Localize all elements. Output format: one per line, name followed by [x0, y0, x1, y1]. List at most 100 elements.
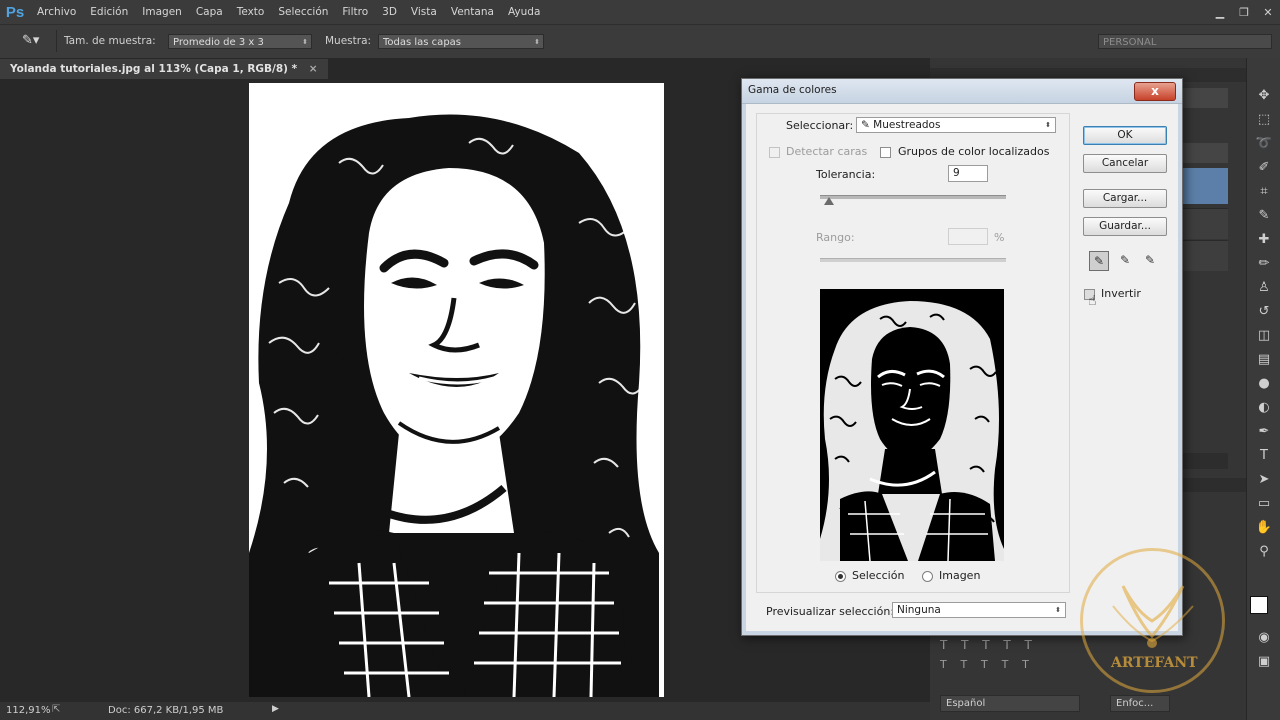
sample-select[interactable]: Todas las capas ⬍ [378, 34, 544, 49]
sample-value: Todas las capas [383, 37, 461, 48]
path-select-tool-icon[interactable]: ➤ [1254, 470, 1274, 490]
eraser-tool-icon[interactable]: ◫ [1254, 326, 1274, 346]
tolerance-slider-thumb[interactable] [824, 197, 835, 205]
menu-ventana[interactable]: Ventana [444, 0, 501, 24]
menu-capa[interactable]: Capa [189, 0, 230, 24]
menu-seleccion[interactable]: Selección [271, 0, 335, 24]
minimize-icon[interactable]: ▁ [1208, 0, 1232, 24]
quick-select-tool-icon[interactable]: ✐ [1254, 158, 1274, 178]
layer-row[interactable] [1180, 208, 1228, 239]
dialog-close-button[interactable]: x [1134, 82, 1176, 101]
move-tool-icon[interactable]: ✥ [1254, 86, 1274, 106]
tolerance-input[interactable]: 9 [948, 165, 988, 182]
panel-field[interactable] [1180, 88, 1228, 108]
dodge-tool-icon[interactable]: ◐ [1254, 398, 1274, 418]
updown-icon: ⬍ [1045, 121, 1051, 129]
range-slider-track [820, 258, 1006, 262]
gradient-tool-icon[interactable]: ▤ [1254, 350, 1274, 370]
language-select[interactable]: Español [940, 695, 1080, 712]
tolerance-slider-track[interactable] [820, 195, 1006, 199]
mouse-cursor-icon: ☝ [1088, 293, 1097, 309]
menu-filtro[interactable]: Filtro [335, 0, 375, 24]
eyedropper-icon[interactable]: ✎▾ [22, 33, 39, 48]
foreground-color-swatch[interactable] [1250, 596, 1268, 614]
localized-clusters-checkbox[interactable] [880, 147, 891, 158]
select-dropdown[interactable]: ✎ Muestreados ⬍ [856, 117, 1056, 133]
sample-size-value: Promedio de 3 x 3 [173, 37, 264, 48]
dialog-titlebar[interactable]: Gama de colores x [742, 79, 1182, 104]
window-controls: ▁ ❐ ✕ [1208, 0, 1280, 24]
menu-ayuda[interactable]: Ayuda [501, 0, 547, 24]
detect-faces-label: Detectar caras [786, 145, 868, 158]
document-canvas[interactable] [249, 83, 664, 697]
export-icon[interactable]: ⇱ [52, 704, 60, 715]
select-value: Muestreados [873, 119, 941, 131]
menu-vista[interactable]: Vista [404, 0, 444, 24]
preview-image [820, 289, 1004, 561]
range-input [948, 228, 988, 245]
load-button[interactable]: Cargar... [1083, 189, 1167, 208]
hand-tool-icon[interactable]: ✋ [1254, 518, 1274, 538]
selection-radio[interactable] [835, 571, 846, 582]
shape-tool-icon[interactable]: ▭ [1254, 494, 1274, 514]
cancel-button[interactable]: Cancelar [1083, 154, 1167, 173]
photoshop-logo: Ps [5, 3, 25, 21]
portrait-image [249, 83, 664, 697]
sample-size-select[interactable]: Promedio de 3 x 3 ⬍ [168, 34, 312, 49]
save-button[interactable]: Guardar... [1083, 217, 1167, 236]
menu-bar: Ps Archivo Edición Imagen Capa Texto Sel… [0, 0, 1280, 24]
preview-selection-select[interactable]: Ninguna ⬍ [892, 602, 1066, 618]
menu-archivo[interactable]: Archivo [30, 0, 83, 24]
select-label: Seleccionar: [786, 119, 854, 132]
stamp-tool-icon[interactable]: ♙ [1254, 278, 1274, 298]
restore-icon[interactable]: ❐ [1232, 0, 1256, 24]
close-icon[interactable]: ✕ [1256, 0, 1280, 24]
status-menu-icon[interactable]: ▶ [272, 704, 279, 714]
selection-preview[interactable] [820, 289, 1004, 561]
document-tab-title: Yolanda tutoriales.jpg al 113% (Capa 1, … [10, 63, 298, 75]
menu-imagen[interactable]: Imagen [135, 0, 189, 24]
history-brush-icon[interactable]: ↺ [1254, 302, 1274, 322]
ok-button[interactable]: OK [1083, 126, 1167, 145]
dialog-title: Gama de colores [748, 84, 837, 96]
type-tool-icon[interactable]: T [1254, 446, 1274, 466]
subtract-eyedropper-icon[interactable]: ✎ [1140, 251, 1160, 271]
add-eyedropper-icon[interactable]: ✎ [1115, 251, 1135, 271]
detect-faces-checkbox[interactable] [769, 147, 780, 158]
range-label: Rango: [816, 231, 855, 244]
image-radio[interactable] [922, 571, 933, 582]
eyedropper-tool-icon[interactable]: ✎ [1254, 206, 1274, 226]
crop-tool-icon[interactable]: ⌗ [1254, 182, 1274, 202]
preview-selection-label: Previsualizar selección: [766, 605, 895, 618]
screen-mode-icon[interactable]: ▣ [1254, 652, 1274, 672]
document-tab[interactable]: Yolanda tutoriales.jpg al 113% (Capa 1, … [0, 59, 328, 79]
blur-tool-icon[interactable]: ● [1254, 374, 1274, 394]
panel-field[interactable] [1180, 143, 1228, 163]
menu-3d[interactable]: 3D [375, 0, 404, 24]
healing-tool-icon[interactable]: ✚ [1254, 230, 1274, 250]
watermark-logo: ARTEFANT [1080, 548, 1225, 693]
invert-label: Invertir [1101, 287, 1141, 300]
menu-edicion[interactable]: Edición [83, 0, 135, 24]
selected-layer[interactable] [1180, 168, 1228, 204]
pen-tool-icon[interactable]: ✒ [1254, 422, 1274, 442]
eyedropper-icon[interactable]: ✎ [1089, 251, 1109, 271]
zoom-tool-icon[interactable]: ⚲ [1254, 542, 1274, 562]
menu-texto[interactable]: Texto [230, 0, 272, 24]
workspace-select[interactable]: PERSONAL [1098, 34, 1272, 49]
updown-icon: ⬍ [1055, 606, 1061, 614]
layer-row[interactable] [1180, 240, 1228, 271]
antialias-value: Enfoc... [1116, 698, 1154, 709]
range-unit: % [994, 231, 1005, 244]
preview-selection-value: Ninguna [897, 604, 941, 616]
language-value: Español [946, 698, 986, 709]
marquee-tool-icon[interactable]: ⬚ [1254, 110, 1274, 130]
lasso-tool-icon[interactable]: ➰ [1254, 134, 1274, 154]
quick-mask-icon[interactable]: ◉ [1254, 628, 1274, 648]
antialias-select[interactable]: Enfoc... [1110, 695, 1170, 712]
zoom-readout[interactable]: 112,91% [6, 705, 51, 716]
brush-tool-icon[interactable]: ✏ [1254, 254, 1274, 274]
panel-footer [1180, 453, 1228, 469]
sample-size-label: Tam. de muestra: [64, 35, 156, 47]
tab-close-icon[interactable]: × [309, 63, 318, 75]
